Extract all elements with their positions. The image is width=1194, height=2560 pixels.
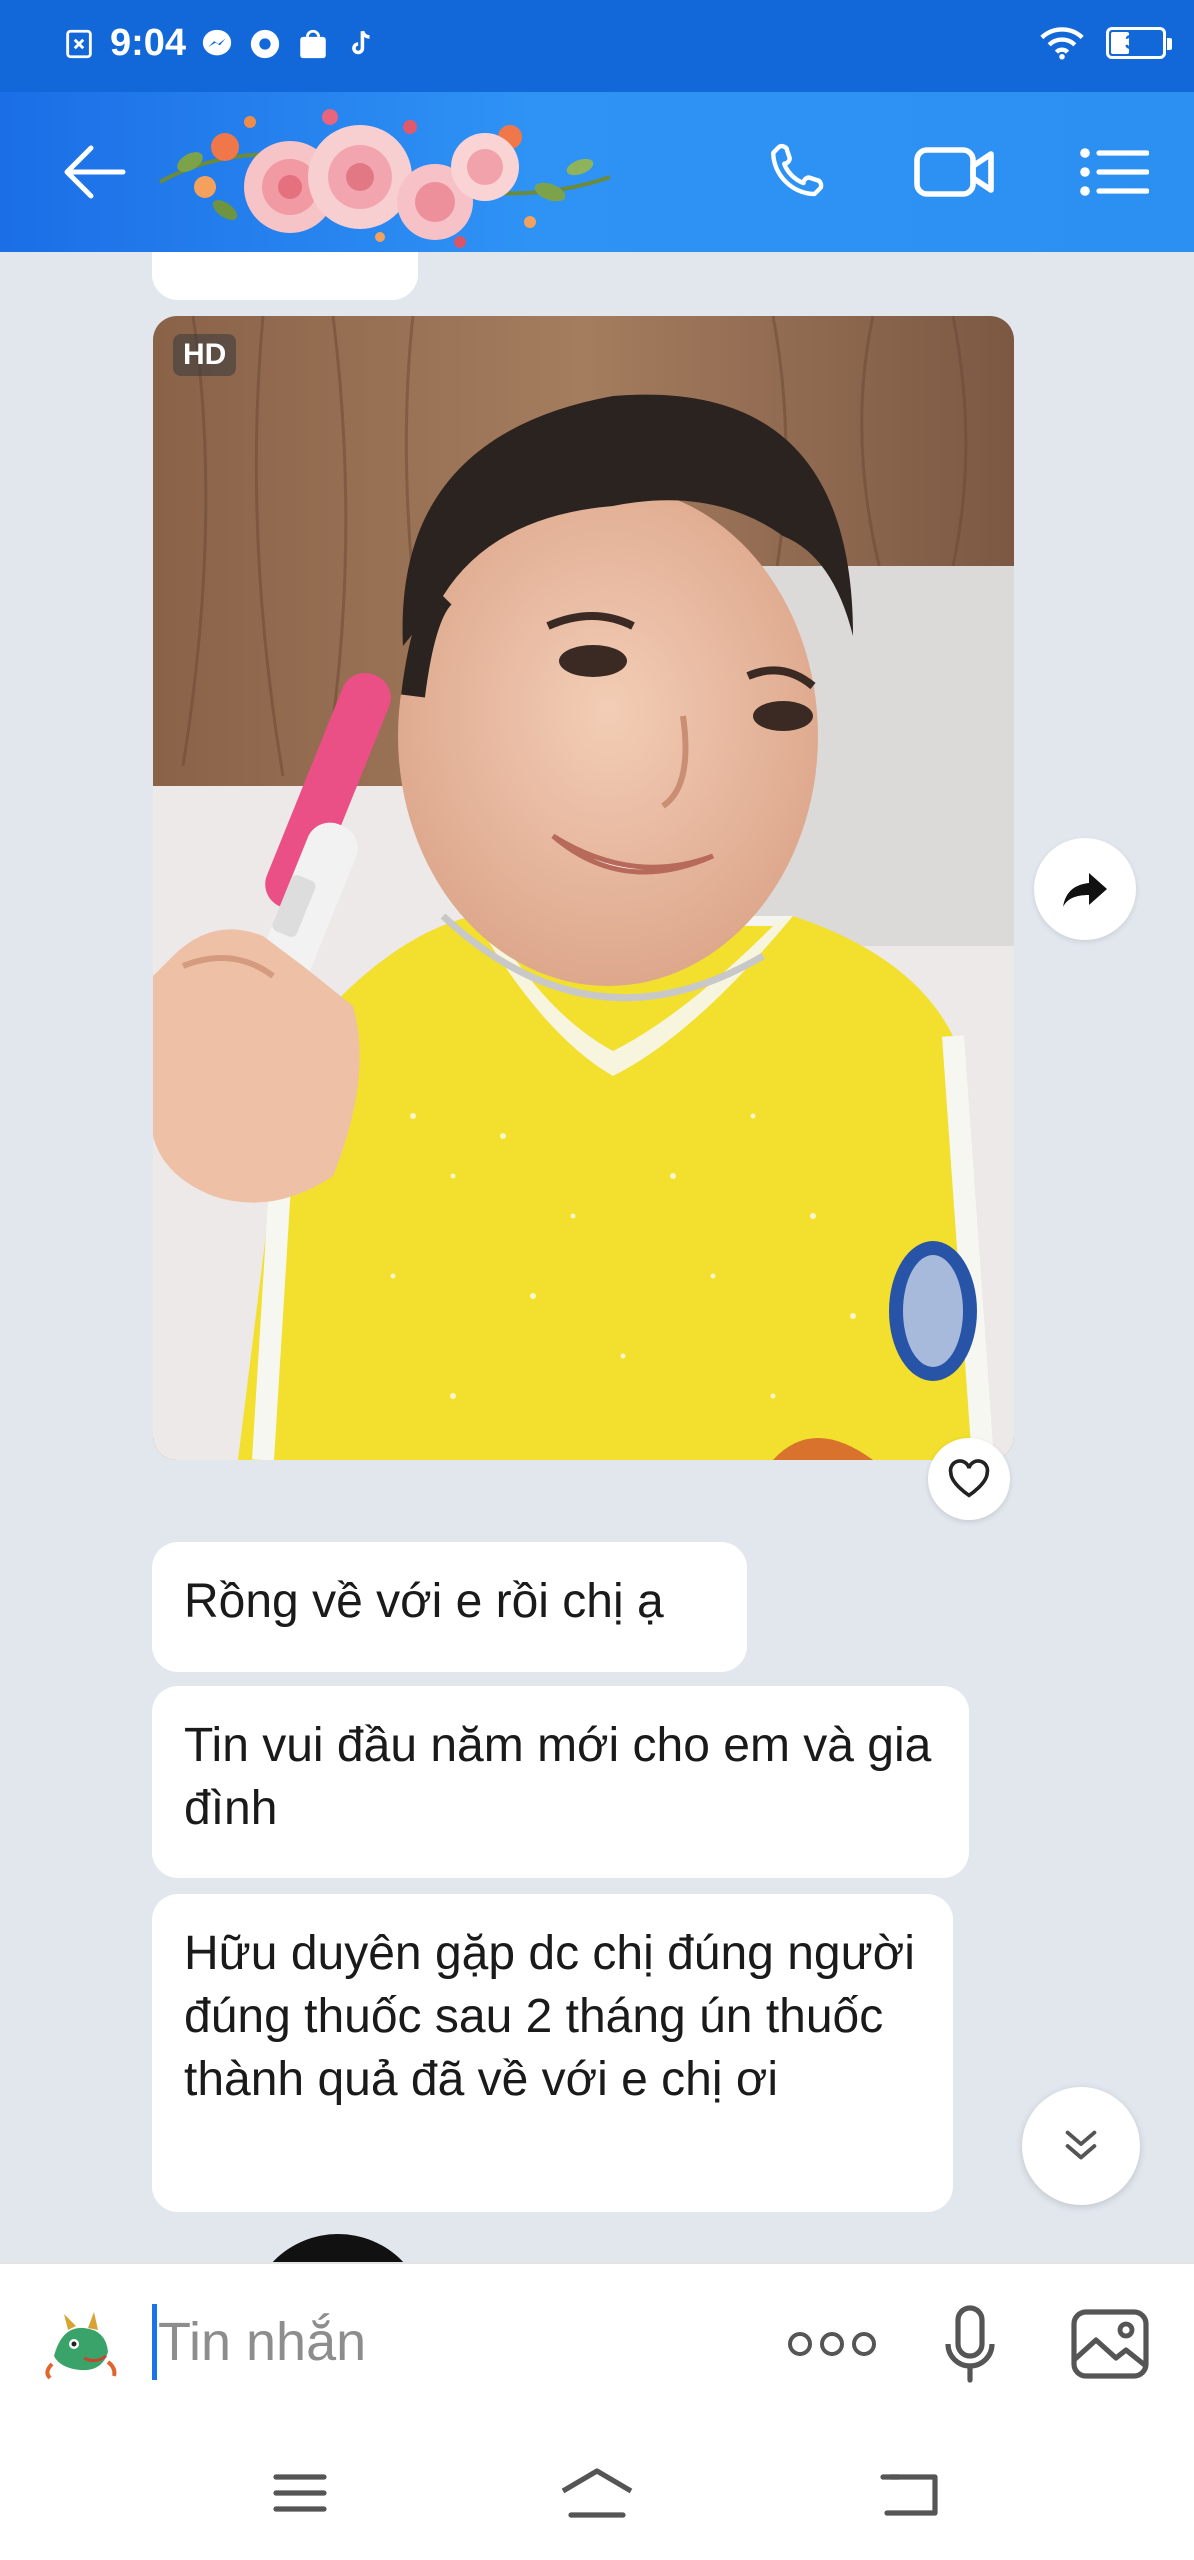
scroll-to-bottom-button[interactable]	[1022, 2087, 1140, 2205]
status-time: 9:04	[110, 22, 187, 64]
video-call-button[interactable]	[905, 122, 1005, 222]
menu-lines-icon	[273, 2474, 327, 2512]
home-icon	[561, 2468, 633, 2518]
flower-decoration	[159, 109, 611, 248]
microphone-icon	[945, 2305, 995, 2383]
shop-icon	[300, 29, 326, 58]
text-cursor	[152, 2304, 157, 2380]
message-input-bar	[0, 2262, 1194, 2428]
more-dots-icon	[788, 2332, 876, 2356]
message-bubble[interactable]: Hữu duyên gặp dc chị đúng người đúng thu…	[152, 1894, 953, 2212]
system-back-button[interactable]	[850, 2448, 970, 2538]
back-arrow-icon	[64, 145, 126, 199]
message-bubble[interactable]: Rồng về với e rồi chị ạ	[152, 1542, 747, 1672]
tiktok-icon	[352, 30, 370, 54]
list-menu-icon	[1080, 148, 1149, 196]
chat-menu-button[interactable]	[1064, 122, 1164, 222]
message-bubble[interactable]: Tin vui đầu năm mới cho em và gia đình	[152, 1686, 969, 1878]
sim-icon	[66, 29, 92, 58]
chat-header	[0, 92, 1194, 252]
message-text: Hữu duyên gặp dc chị đúng người đúng thu…	[184, 1927, 915, 2106]
hd-badge: HD	[173, 334, 237, 376]
double-chevron-down-icon	[1065, 2130, 1097, 2160]
video-camera-icon	[914, 147, 994, 197]
more-options-button[interactable]	[782, 2294, 882, 2394]
share-arrow-icon	[1063, 873, 1107, 907]
message-input[interactable]	[158, 2302, 758, 2382]
photo-message[interactable]: HD	[153, 316, 1014, 1460]
message-text: Rồng về với e rồi chị ạ	[184, 1575, 664, 1628]
status-bar: 9:04 34	[0, 0, 1194, 92]
recent-apps-button[interactable]	[240, 2448, 360, 2538]
battery-icon: 34	[1106, 27, 1172, 59]
system-nav-bar	[0, 2428, 1194, 2560]
voice-call-button[interactable]	[748, 122, 848, 222]
image-icon	[1071, 2309, 1149, 2379]
app-icon	[250, 29, 280, 58]
phone-icon	[771, 143, 824, 197]
heart-icon	[948, 1459, 990, 1498]
react-heart-button[interactable]	[928, 1438, 1010, 1520]
voice-record-button[interactable]	[920, 2294, 1020, 2394]
previous-message-bubble[interactable]	[152, 252, 418, 300]
forward-button[interactable]	[1034, 838, 1136, 940]
back-return-icon	[880, 2474, 938, 2516]
sticker-dragon-icon[interactable]	[44, 2306, 120, 2382]
photo-image	[153, 316, 1014, 1460]
message-text: Tin vui đầu năm mới cho em và gia đình	[184, 1719, 932, 1835]
send-image-button[interactable]	[1060, 2294, 1160, 2394]
next-message-avatar	[248, 2234, 428, 2262]
home-button[interactable]	[537, 2448, 657, 2538]
wifi-icon	[1040, 27, 1084, 60]
messenger-icon	[202, 29, 232, 55]
message-list[interactable]: HD Rồng về với e rồi chị ạ Tin vui đầu n…	[0, 252, 1194, 2262]
battery-level: 34	[1124, 32, 1148, 54]
back-button[interactable]	[44, 122, 144, 222]
